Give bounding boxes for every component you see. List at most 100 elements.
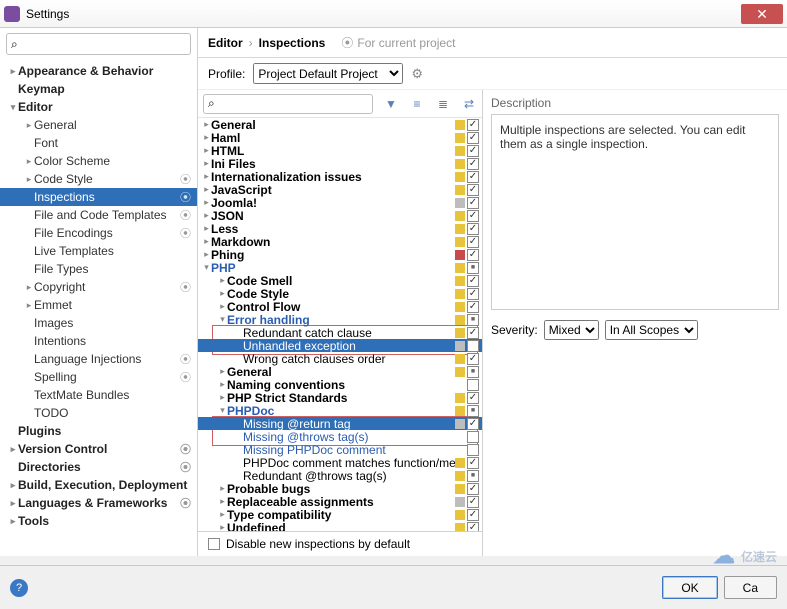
inspection-row[interactable]: ▸Replaceable assignments [198, 495, 482, 508]
inspection-row[interactable]: ▸Haml [198, 131, 482, 144]
sidebar-item[interactable]: ▸Tools [0, 512, 197, 530]
search-icon: ⌕ [11, 37, 18, 52]
breadcrumb: Editor › Inspections ⦿For current projec… [198, 28, 787, 58]
inspection-search[interactable]: ⌕ [203, 94, 373, 114]
inspection-row[interactable]: Redundant catch clause [198, 326, 482, 339]
inspection-row[interactable]: Missing @throws tag(s) [198, 430, 482, 443]
sidebar-item[interactable]: Keymap [0, 80, 197, 98]
project-scope-label: For current project [357, 36, 455, 50]
inspection-row[interactable]: ▸Less [198, 222, 482, 235]
sidebar-item[interactable]: Inspections⦿ [0, 188, 197, 206]
app-icon [4, 6, 20, 22]
expand-all-icon[interactable]: ≡ [409, 96, 425, 112]
sidebar-item[interactable]: Language Injections⦿ [0, 350, 197, 368]
reset-icon[interactable]: ⇄ [461, 96, 477, 112]
inspection-row[interactable]: Redundant @throws tag(s) [198, 469, 482, 482]
sidebar-item[interactable]: ▸Version Control⦿ [0, 440, 197, 458]
sidebar-item[interactable]: File and Code Templates⦿ [0, 206, 197, 224]
settings-tree[interactable]: ▸Appearance & BehaviorKeymap▾Editor▸Gene… [0, 60, 197, 556]
sidebar-item[interactable]: Directories⦿ [0, 458, 197, 476]
description-text: Multiple inspections are selected. You c… [500, 123, 746, 151]
sidebar-search-input[interactable] [18, 37, 186, 51]
window-title: Settings [26, 7, 741, 21]
search-icon: ⌕ [208, 96, 215, 111]
close-icon[interactable]: ✕ [741, 4, 783, 24]
disable-new-row[interactable]: Disable new inspections by default [198, 531, 482, 556]
inspection-row[interactable]: ▾PHP [198, 261, 482, 274]
inspection-row[interactable]: PHPDoc comment matches function/method [198, 456, 482, 469]
sidebar-item[interactable]: ▸Emmet [0, 296, 197, 314]
sidebar-item[interactable]: Font [0, 134, 197, 152]
inspection-row[interactable]: ▸JSON [198, 209, 482, 222]
inspection-row[interactable]: ▾PHPDoc [198, 404, 482, 417]
chevron-right-icon: › [249, 36, 253, 50]
collapse-all-icon[interactable]: ≣ [435, 96, 451, 112]
inspection-row[interactable]: ▸Naming conventions [198, 378, 482, 391]
help-icon[interactable]: ? [10, 579, 28, 597]
severity-row: Severity: Mixed In All Scopes [491, 320, 779, 340]
inspection-row[interactable]: ▸Control Flow [198, 300, 482, 313]
filter-icon[interactable]: ▼ [383, 96, 399, 112]
sidebar-item[interactable]: ▸Code Style⦿ [0, 170, 197, 188]
cloud-icon: ☁ [713, 543, 735, 569]
severity-select[interactable]: Mixed [544, 320, 599, 340]
inspection-row[interactable]: ▸General [198, 365, 482, 378]
inspection-search-input[interactable] [215, 97, 368, 111]
sidebar-item[interactable]: Spelling⦿ [0, 368, 197, 386]
profile-label: Profile: [208, 67, 245, 81]
inspection-row[interactable]: Wrong catch clauses order [198, 352, 482, 365]
description-box: Multiple inspections are selected. You c… [491, 114, 779, 310]
sidebar-item[interactable]: File Encodings⦿ [0, 224, 197, 242]
inspection-row[interactable]: ▸HTML [198, 144, 482, 157]
inspection-row[interactable]: ▸Probable bugs [198, 482, 482, 495]
inspection-toolbar: ⌕ ▼ ≡ ≣ ⇄ [198, 90, 482, 118]
inspection-row[interactable]: ▸Phing [198, 248, 482, 261]
sidebar-search[interactable]: ⌕ [6, 33, 191, 55]
gear-icon[interactable]: ⚙ [411, 66, 423, 82]
sidebar-item[interactable]: ▸Languages & Frameworks⦿ [0, 494, 197, 512]
sidebar-item[interactable]: ▸Build, Execution, Deployment [0, 476, 197, 494]
inspection-row[interactable]: ▸Undefined [198, 521, 482, 531]
sidebar-item[interactable]: ▸Copyright⦿ [0, 278, 197, 296]
inspection-row[interactable]: ▸Joomla! [198, 196, 482, 209]
sidebar-item[interactable]: Plugins [0, 422, 197, 440]
profile-select[interactable]: Project Default Project [253, 63, 403, 84]
inspection-row[interactable]: ▸PHP Strict Standards [198, 391, 482, 404]
titlebar: Settings ✕ [0, 0, 787, 28]
description-label: Description [491, 96, 779, 110]
sidebar-item[interactable]: TODO [0, 404, 197, 422]
inspection-row[interactable]: ▸Ini Files [198, 157, 482, 170]
disable-new-label: Disable new inspections by default [226, 537, 410, 551]
project-icon: ⦿ [341, 34, 353, 51]
disable-new-checkbox[interactable] [208, 538, 220, 550]
sidebar-item[interactable]: Images [0, 314, 197, 332]
inspection-row[interactable]: ▸Internationalization issues [198, 170, 482, 183]
inspection-row[interactable]: ▸Markdown [198, 235, 482, 248]
inspection-row[interactable]: ▸General [198, 118, 482, 131]
inspection-row[interactable]: Missing PHPDoc comment [198, 443, 482, 456]
severity-label: Severity: [491, 323, 538, 337]
cancel-button[interactable]: Ca [724, 576, 777, 599]
sidebar-item[interactable]: ▸General [0, 116, 197, 134]
settings-sidebar: ⌕ ▸Appearance & BehaviorKeymap▾Editor▸Ge… [0, 28, 198, 556]
inspection-row[interactable]: Unhandled exception [198, 339, 482, 352]
sidebar-item[interactable]: Intentions [0, 332, 197, 350]
sidebar-item[interactable]: Live Templates [0, 242, 197, 260]
sidebar-item[interactable]: ▸Appearance & Behavior [0, 62, 197, 80]
inspection-row[interactable]: ▸JavaScript [198, 183, 482, 196]
inspection-row[interactable]: ▸Type compatibility [198, 508, 482, 521]
inspection-row[interactable]: ▾Error handling [198, 313, 482, 326]
sidebar-item[interactable]: ▾Editor [0, 98, 197, 116]
profile-row: Profile: Project Default Project ⚙ [198, 58, 787, 90]
sidebar-item[interactable]: File Types [0, 260, 197, 278]
sidebar-item[interactable]: ▸Color Scheme [0, 152, 197, 170]
watermark: ☁ 亿速云 [713, 543, 777, 569]
inspection-row[interactable]: ▸Code Smell [198, 274, 482, 287]
scope-select[interactable]: In All Scopes [605, 320, 698, 340]
ok-button[interactable]: OK [662, 576, 717, 599]
inspection-row[interactable]: Missing @return tag [198, 417, 482, 430]
sidebar-item[interactable]: TextMate Bundles [0, 386, 197, 404]
crumb-editor[interactable]: Editor [208, 36, 243, 50]
inspection-row[interactable]: ▸Code Style [198, 287, 482, 300]
inspection-tree[interactable]: ▸General▸Haml▸HTML▸Ini Files▸Internation… [198, 118, 482, 531]
